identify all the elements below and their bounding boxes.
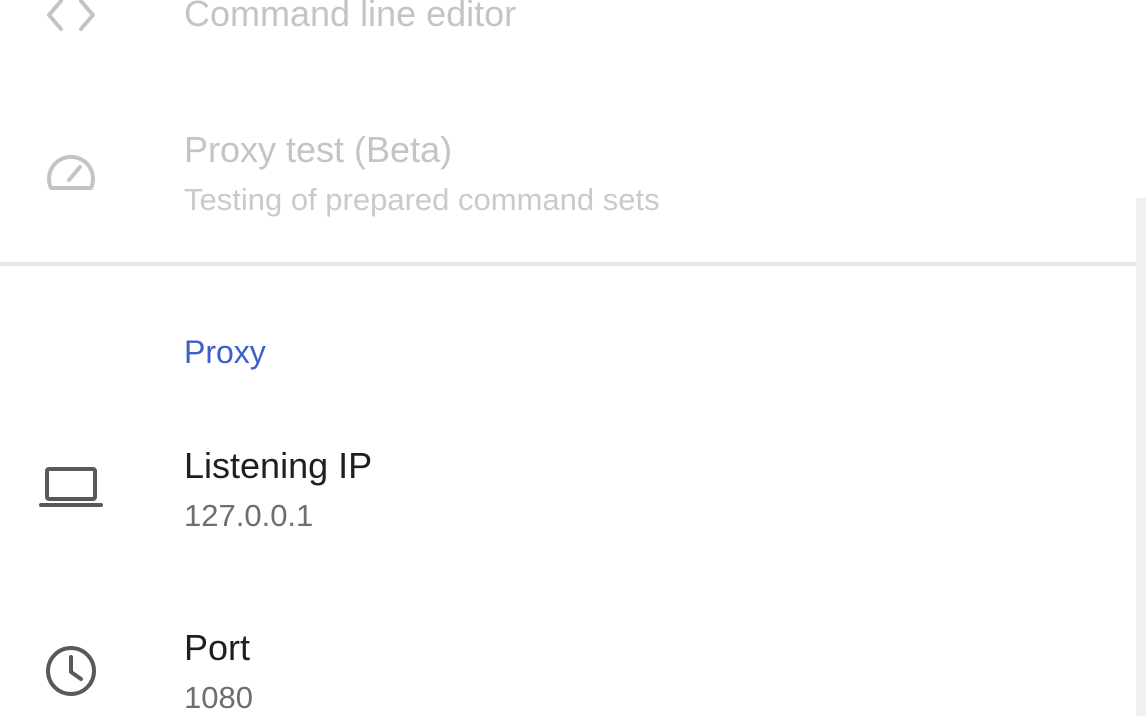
command-line-editor-item[interactable]: Command line editor — [0, 0, 1146, 60]
listening-ip-value: 127.0.0.1 — [184, 498, 314, 533]
port-title: Port — [184, 627, 251, 668]
listening-ip-item[interactable]: Listening IP 127.0.0.1 — [0, 430, 1146, 550]
speedometer-icon — [38, 140, 104, 206]
command-line-editor-title: Command line editor — [184, 0, 517, 34]
laptop-icon — [38, 454, 104, 520]
settings-screen: Command line editor Proxy test (Beta) Te… — [0, 0, 1146, 716]
proxy-test-title: Proxy test (Beta) — [184, 129, 453, 170]
clock-icon — [38, 638, 104, 704]
code-icon — [38, 0, 104, 48]
proxy-section-header: Proxy — [184, 334, 266, 370]
proxy-test-subtitle: Testing of prepared command sets — [184, 182, 660, 217]
section-divider — [0, 262, 1146, 266]
port-item[interactable]: Port 1080 — [0, 614, 1146, 716]
proxy-test-item[interactable]: Proxy test (Beta) Testing of prepared co… — [0, 118, 1146, 228]
listening-ip-title: Listening IP — [184, 445, 373, 486]
port-value: 1080 — [184, 680, 253, 715]
